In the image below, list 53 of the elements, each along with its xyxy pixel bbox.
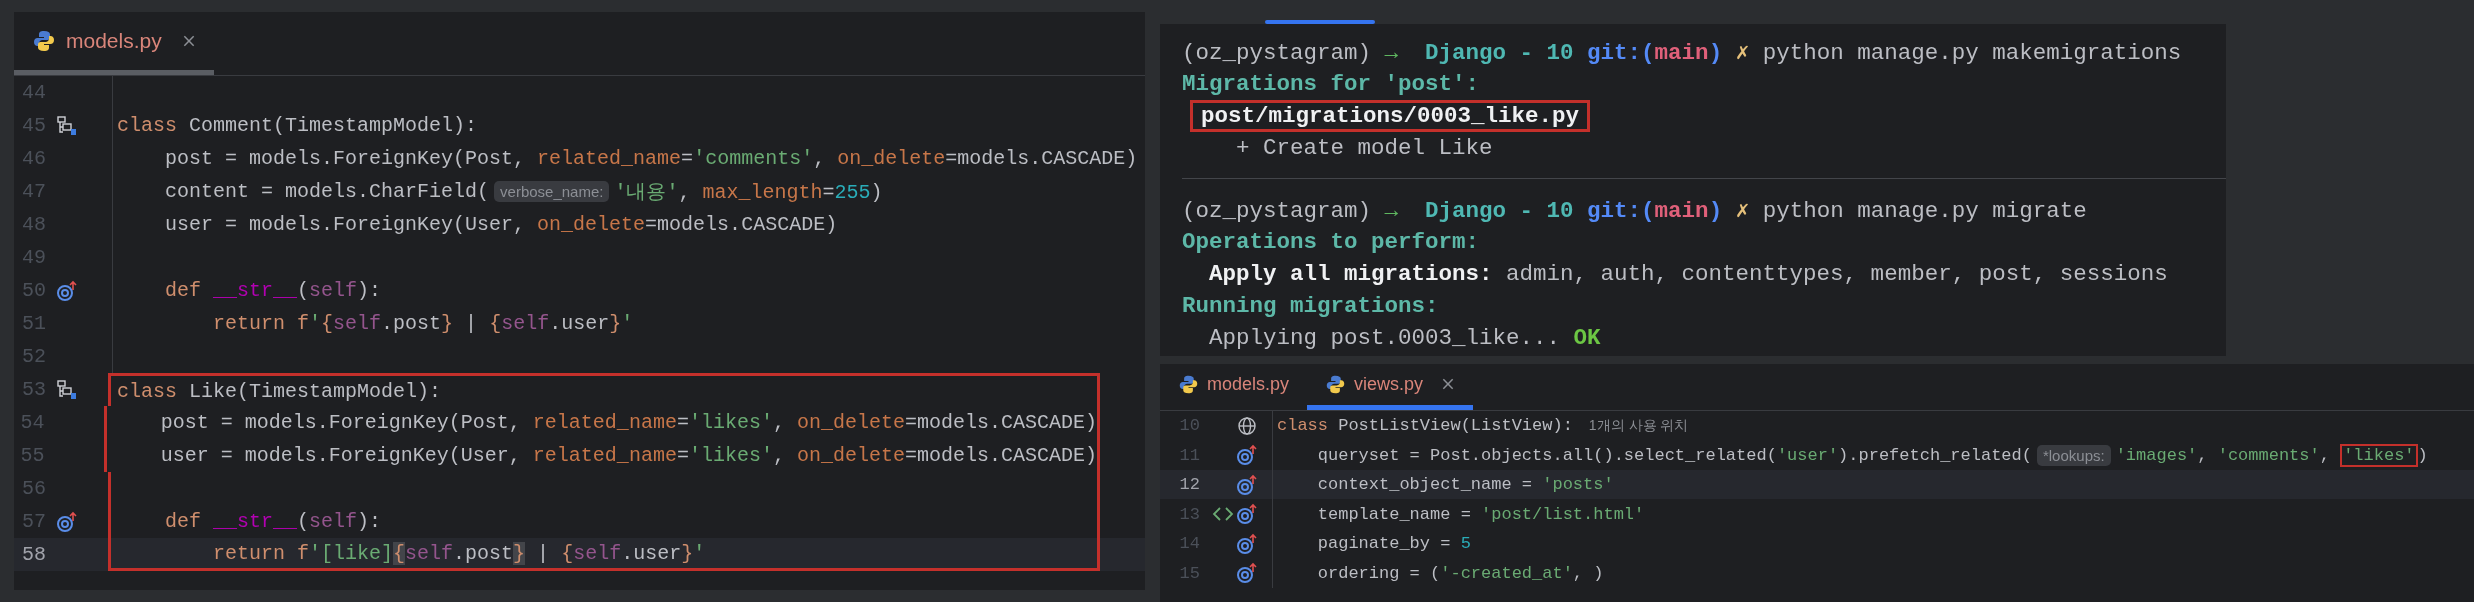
code-text: ) <box>2417 445 2428 465</box>
usage-hint[interactable]: 1개의 사용 위치 <box>1588 416 1689 435</box>
file-tab[interactable]: views.py <box>1307 363 1474 410</box>
code-text: content = models.CharField( <box>164 180 490 203</box>
close-icon[interactable] <box>181 34 196 48</box>
override-icon[interactable] <box>56 510 78 533</box>
code-text: post = models.ForeignKey(Post, related_name='likes', on_delete=models.CASCADE) <box>159 411 1097 434</box>
code-text: paginate_by = 5 <box>1316 534 1471 554</box>
terminal-text: Applying post.0003_like... OK <box>1208 324 1601 351</box>
file-tab[interactable]: models.py <box>1160 363 1308 410</box>
code-text: class PostListView(ListView): <box>1277 416 1573 436</box>
highlighted-text: post/migrations/0003_like.py <box>1190 99 1591 132</box>
code-text: def __str__(self): <box>164 510 382 533</box>
override-icon[interactable] <box>56 279 78 302</box>
code-text: queryset = Post.objects.all().select_related('user').prefetch_related( <box>1316 445 2032 465</box>
inline-hint: verbose_name: <box>494 181 610 202</box>
highlighted-text: 'likes' <box>2340 443 2418 467</box>
code-text: return f'[like]{self.post} | {self.user}' <box>212 541 706 565</box>
code-text: class Comment(TimestampModel): <box>117 114 478 137</box>
override-icon[interactable] <box>1236 503 1258 526</box>
code-text: 'images', 'comments', <box>2115 445 2331 465</box>
override-icon[interactable] <box>1236 562 1258 585</box>
python-icon <box>1178 373 1199 395</box>
line-number: 12 <box>1178 475 1200 495</box>
code-text: return f'{self.post} | {self.user}' <box>212 312 634 335</box>
terminal-text: Operations to perform: <box>1182 228 1480 255</box>
code-text: def __str__(self): <box>164 279 382 302</box>
override-icon[interactable] <box>1236 473 1258 496</box>
override-icon[interactable] <box>1236 444 1258 467</box>
code-text: template_name = 'post/list.html' <box>1316 504 1645 524</box>
inline-hint: *lookups: <box>2036 444 2111 466</box>
code-text: user = models.ForeignKey(User, related_name='likes', on_delete=models.CASCADE) <box>159 444 1097 467</box>
override-icon[interactable] <box>1236 532 1258 555</box>
code-text: ordering = ('-created_at', ) <box>1316 563 1604 583</box>
terminal-text: Running migrations: <box>1182 292 1439 319</box>
terminal-text: Migrations for 'post': <box>1182 70 1480 97</box>
code-text: class Like(TimestampModel): <box>117 379 442 403</box>
code-text: '내용', max_length=255) <box>614 180 883 205</box>
model-icon[interactable] <box>56 378 78 401</box>
terminal-text: + Create model Like <box>1235 134 1493 161</box>
python-icon <box>32 29 56 53</box>
terminal-text: Apply all migrations: admin, auth, contenttypes, member, post, sessions <box>1208 260 2168 287</box>
line-number: 58 <box>21 543 46 566</box>
close-icon[interactable] <box>1441 377 1456 392</box>
python-icon <box>1325 373 1347 395</box>
file-tab[interactable]: models.py <box>14 12 214 75</box>
model-icon[interactable] <box>56 114 78 137</box>
code-text: context_object_name = 'posts' <box>1316 475 1614 495</box>
code-text: user = models.ForeignKey(User, on_delete=models.CASCADE) <box>164 213 838 236</box>
code-text: post = models.ForeignKey(Post, related_name='comments', on_delete=models.CASCADE) <box>164 147 1138 170</box>
terminal-text: (oz_pystagram) → Django - 10 git:(main) ✗ python manage.py makemigrations <box>1182 38 2182 66</box>
terminal-text: (oz_pystagram) → Django - 10 git:(main) ✗ python manage.py migrate <box>1182 196 2087 224</box>
globe-icon[interactable] <box>1236 414 1258 437</box>
